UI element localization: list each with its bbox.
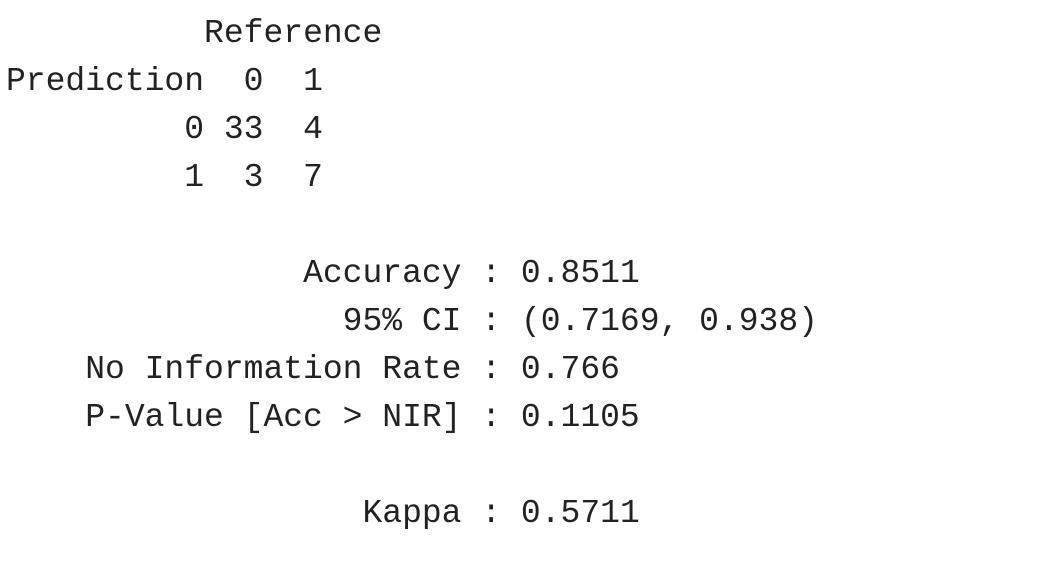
stat-label: No Information Rate [85,351,462,388]
stat-line-pvalue: P-Value [Acc > NIR] : 0.1105 [6,394,818,442]
reference-header-line: Reference [6,10,818,58]
matrix-row: 1 3 7 [6,154,818,202]
stat-value: 0.1105 [520,399,640,436]
stat-label: Accuracy [303,255,462,292]
stat-separator: : [461,255,521,292]
stat-separator: : [461,399,521,436]
stat-line-kappa: Kappa : 0.5711 [6,490,818,538]
cell-0-0: 33 [223,111,264,148]
reference-label: Reference [204,15,383,52]
stat-separator: : [461,495,521,532]
stat-value: (0.7169, 0.938) [520,303,818,340]
stat-label: P-Value [Acc > NIR] [85,399,462,436]
prediction-label: Prediction [6,63,205,100]
stat-line-ci: 95% CI : (0.7169, 0.938) [6,298,818,346]
row-label-1: 1 [184,159,205,196]
confusion-matrix-output: Reference Prediction 0 1 0 33 4 1 3 7 Acc… [6,10,818,538]
stat-separator: : [461,351,521,388]
cell-1-1: 7 [303,159,323,196]
column-header-1: 1 [303,63,323,100]
matrix-row: 0 33 4 [6,106,818,154]
kappa-label: Kappa [362,495,462,532]
stat-value: 0.8511 [520,255,640,292]
kappa-value: 0.5711 [520,495,640,532]
stat-label: 95% CI [342,303,462,340]
cell-1-0: 3 [243,159,264,196]
cell-0-1: 4 [303,111,323,148]
stat-line-nir: No Information Rate : 0.766 [6,346,818,394]
column-header-0: 0 [243,63,264,100]
row-label-0: 0 [184,111,205,148]
stat-line-accuracy: Accuracy : 0.8511 [6,250,818,298]
prediction-header-line: Prediction 0 1 [6,58,818,106]
stat-value: 0.766 [520,351,620,388]
stat-separator: : [461,303,521,340]
